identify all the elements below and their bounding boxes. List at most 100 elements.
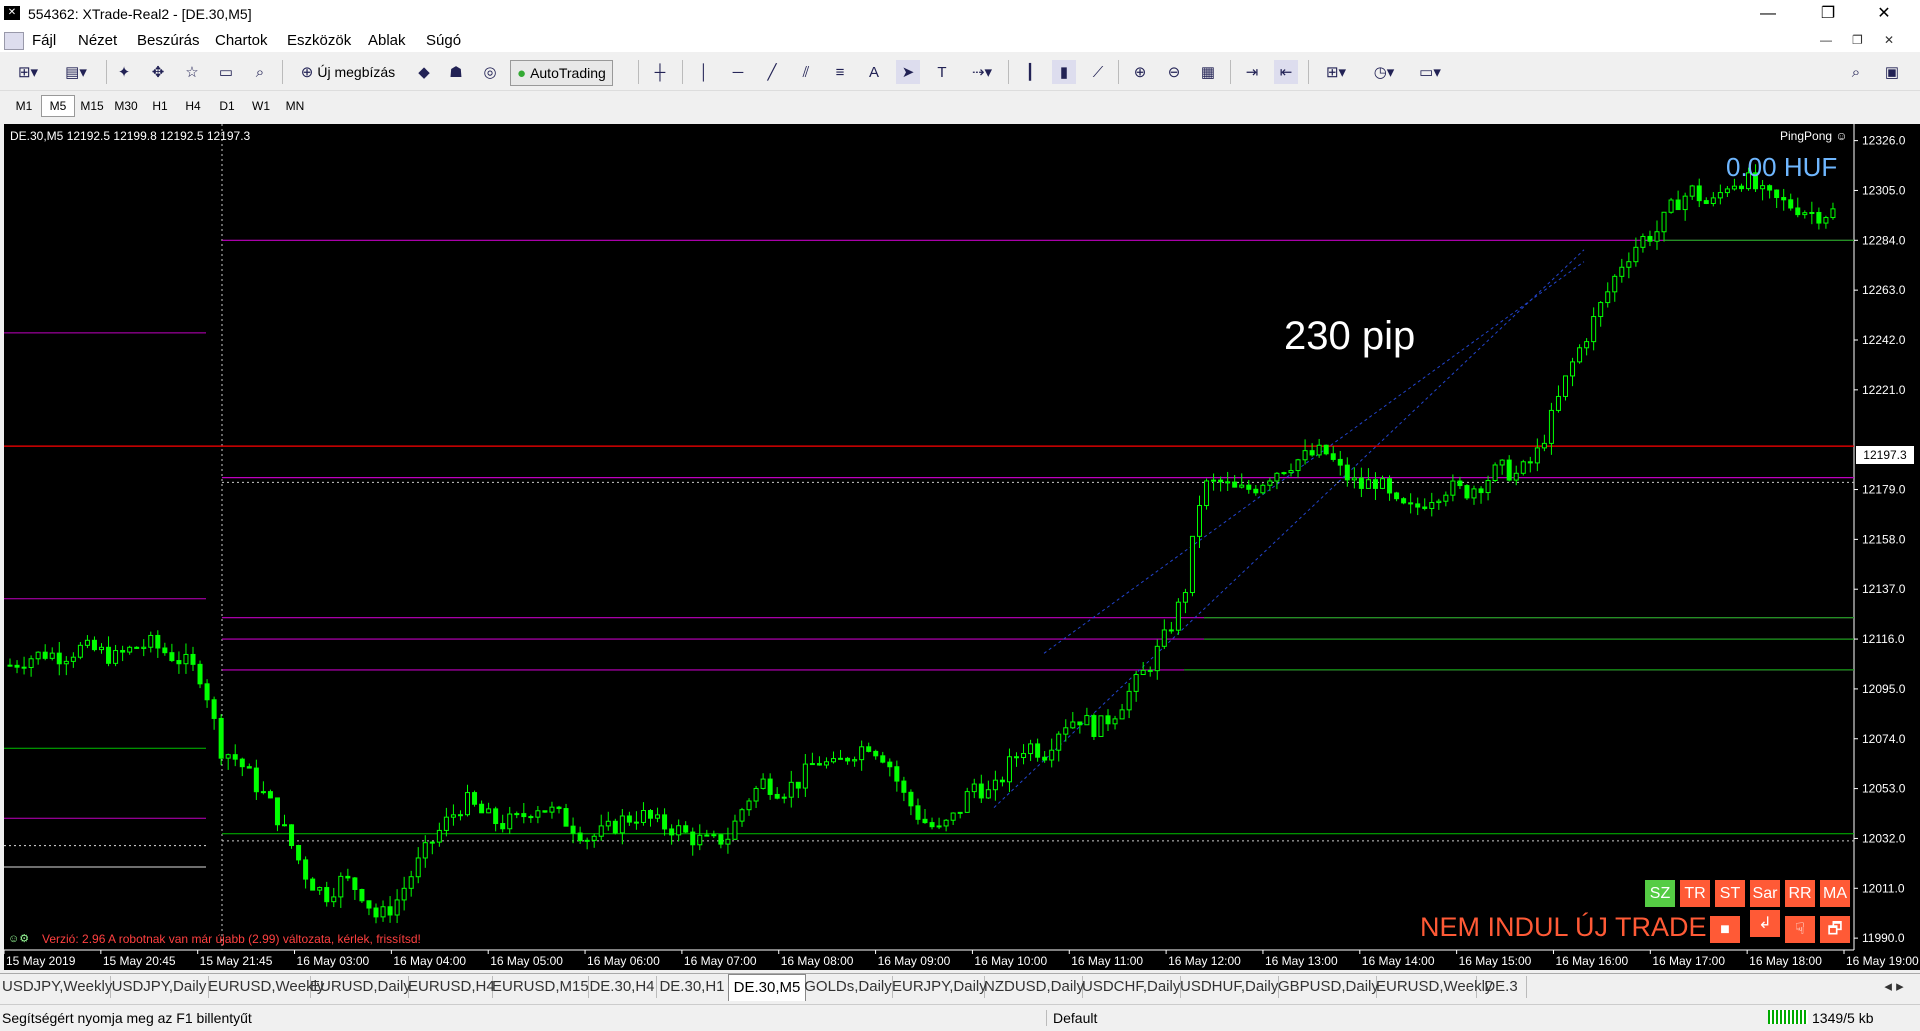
chart-tab[interactable]: EURUSD,Daily	[310, 976, 411, 998]
hand-button[interactable]: ☟	[1785, 916, 1815, 943]
navigator-icon[interactable]: ✥	[146, 60, 170, 84]
chart-tab[interactable]: DE.3	[1476, 976, 1527, 998]
arrows-icon[interactable]: ⇢▾	[964, 60, 1000, 84]
candlestick-icon[interactable]: ▮	[1052, 60, 1076, 84]
menu-insert[interactable]: Beszúrás	[137, 32, 200, 49]
templates-icon[interactable]: ▭▾	[1412, 60, 1448, 84]
vertical-line-icon[interactable]: │	[692, 60, 716, 84]
chart-tab[interactable]: GOLDs,Daily	[804, 976, 893, 998]
candle-body	[310, 878, 316, 891]
close-button[interactable]: ✕	[1856, 0, 1912, 28]
metaeditor-icon[interactable]: ◆	[412, 60, 436, 84]
chart-tab[interactable]: GBPUSD,Daily	[1278, 976, 1379, 998]
periods-icon[interactable]: ◷▾	[1366, 60, 1402, 84]
menu-window[interactable]: Ablak	[368, 32, 406, 49]
candle-body	[831, 758, 836, 763]
price-chart[interactable]: 12326.0 12305.0 12284.0 12263.0 12242.0 12221…	[4, 124, 1920, 970]
sz-button[interactable]: SZ	[1645, 880, 1675, 907]
candle-body	[1774, 189, 1780, 199]
sar-button[interactable]: Sar	[1750, 880, 1780, 907]
profiles-icon[interactable]: ▤▾	[56, 60, 96, 84]
chart-window-icon[interactable]	[4, 32, 24, 50]
indicators-icon[interactable]: ⊞▾	[1318, 60, 1354, 84]
chart-tab[interactable]: DE.30,H4	[588, 976, 657, 998]
candle-body	[1675, 199, 1681, 211]
chart-tab[interactable]: USDJPY,Weekly	[2, 976, 112, 998]
candle-body	[655, 814, 661, 819]
return-button[interactable]: ↲	[1750, 910, 1780, 937]
new-order-button[interactable]: ⊕ Új megbízás	[290, 60, 406, 84]
text-label-icon[interactable]: T	[930, 60, 954, 84]
market-watch-icon[interactable]: ✦	[112, 60, 136, 84]
timeframe-m30[interactable]: M30	[110, 95, 142, 117]
timeframe-m15[interactable]: M15	[76, 95, 108, 117]
terminal-icon[interactable]: ▭	[214, 60, 238, 84]
autoscroll-icon[interactable]: ⇥	[1240, 60, 1264, 84]
text-icon[interactable]: A	[862, 60, 886, 84]
stop-button[interactable]: ■	[1710, 916, 1740, 943]
windows-button[interactable]: 🗗	[1820, 916, 1850, 943]
chart-tab[interactable]: USDJPY,Daily	[110, 976, 209, 998]
bar-chart-icon[interactable]: ┃	[1018, 60, 1042, 84]
search-icon[interactable]: ⌕	[1844, 60, 1868, 84]
mdi-restore-button[interactable]: ❐	[1852, 33, 1863, 47]
candle-body	[1302, 450, 1308, 461]
candle-body	[1197, 505, 1202, 537]
chart-tab[interactable]: NZDUSD,Daily	[984, 976, 1084, 998]
menu-charts[interactable]: Chartok	[215, 32, 268, 49]
chart-tab[interactable]: USDCHF,Daily	[1082, 976, 1181, 998]
timeframe-h1[interactable]: H1	[144, 95, 176, 117]
candle-body	[1429, 502, 1435, 509]
chart-shift-icon[interactable]: ⇤	[1274, 60, 1298, 84]
timeframe-m1[interactable]: M1	[8, 95, 40, 117]
chart-tab[interactable]: EURUSD,M15	[492, 976, 589, 998]
trendline-icon[interactable]: ╱	[760, 60, 784, 84]
chart-tab[interactable]: USDHUF,Daily	[1180, 976, 1279, 998]
mdi-close-button[interactable]: ✕	[1884, 33, 1894, 47]
signals-icon[interactable]: ☗	[444, 60, 468, 84]
timeframe-m5[interactable]: M5	[41, 95, 75, 117]
chart-tab[interactable]: EURUSD,Weekly	[1376, 976, 1492, 998]
tile-windows-icon[interactable]: ▦	[1196, 60, 1220, 84]
candle-body	[1534, 447, 1540, 464]
candle-body	[42, 651, 48, 659]
chat-icon[interactable]: ▣	[1880, 60, 1904, 84]
zoom-in-icon[interactable]: ⊕	[1128, 60, 1152, 84]
rr-button[interactable]: RR	[1785, 880, 1815, 907]
chart-tab[interactable]: EURUSD,Weekly	[208, 976, 324, 998]
menu-view[interactable]: Nézet	[78, 32, 117, 49]
timeframe-h4[interactable]: H4	[177, 95, 209, 117]
data-window-icon[interactable]: ☆	[180, 60, 204, 84]
autotrading-button[interactable]: ● AutoTrading	[510, 60, 613, 86]
st-button[interactable]: ST	[1715, 880, 1745, 907]
timeframe-w1[interactable]: W1	[245, 95, 277, 117]
mdi-minimize-button[interactable]: —	[1820, 33, 1832, 47]
timeframe-mn[interactable]: MN	[279, 95, 311, 117]
line-chart-icon[interactable]: ⟋	[1086, 60, 1110, 84]
minimize-button[interactable]: —	[1740, 0, 1796, 28]
cursor-icon[interactable]: ➤	[896, 60, 920, 84]
symbol-info: DE.30,M5 12192.5 12199.8 12192.5 12197.3	[10, 129, 251, 143]
zoom-out-icon[interactable]: ⊖	[1162, 60, 1186, 84]
horizontal-line-icon[interactable]: ─	[726, 60, 750, 84]
chart-tab[interactable]: EURJPY,Daily	[892, 976, 987, 998]
timeframe-d1[interactable]: D1	[211, 95, 243, 117]
fibonacci-icon[interactable]: ≡	[828, 60, 852, 84]
chart-tab[interactable]: EURUSD,H4	[408, 976, 495, 998]
maximize-button[interactable]: ❐	[1800, 0, 1856, 28]
tr-button[interactable]: TR	[1680, 880, 1710, 907]
chart-tab[interactable]: DE.30,H1	[656, 976, 729, 998]
strategy-tester-icon[interactable]: ⌕	[248, 60, 272, 84]
equidistant-channel-icon[interactable]: ⫽	[794, 60, 818, 84]
new-order-icon: ⊕	[300, 64, 314, 81]
crosshair-icon[interactable]: ┼	[648, 60, 672, 84]
market-icon[interactable]: ◎	[478, 60, 502, 84]
new-chart-icon[interactable]: ⊞▾	[8, 60, 48, 84]
tab-scroll-arrows-icon[interactable]: ◂ ▸	[1874, 976, 1914, 998]
menu-file[interactable]: Fájl	[32, 32, 56, 49]
chart-tab[interactable]: DE.30,M5	[728, 974, 806, 1001]
menu-help[interactable]: Súgó	[426, 32, 461, 49]
menu-tools[interactable]: Eszközök	[287, 32, 351, 49]
ma-button[interactable]: MA	[1820, 880, 1850, 907]
candle-body	[1147, 669, 1153, 672]
